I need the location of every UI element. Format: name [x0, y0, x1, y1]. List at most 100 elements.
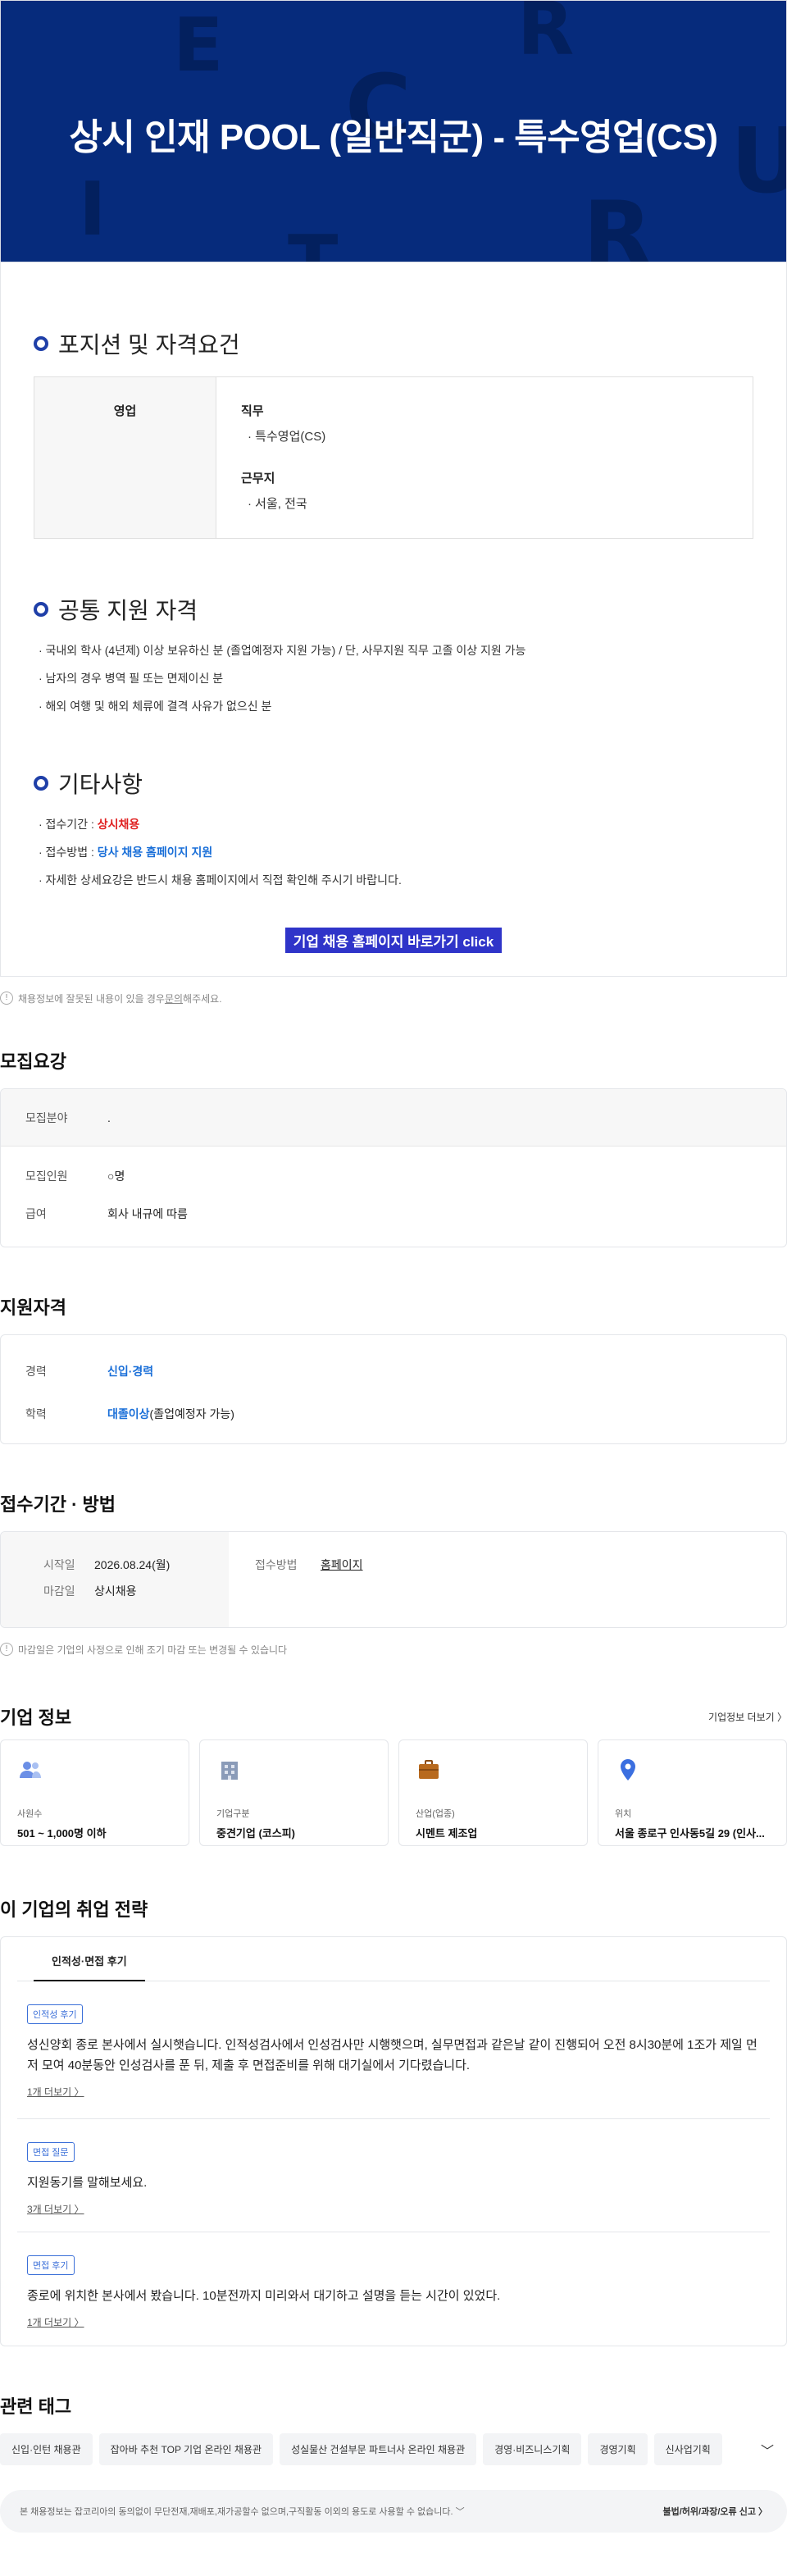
period-box: 시작일 2026.08.24(월) 마감일 상시채용 접수방법 홈페이지 [0, 1531, 787, 1628]
etc-period-line: · 접수기간 : 상시채용 [39, 816, 753, 832]
tag-chip[interactable]: 경영·비즈니스기획 [483, 2433, 582, 2465]
inquiry-link[interactable]: 문의 [165, 992, 183, 1005]
info-icon: ! [0, 1643, 13, 1656]
recruit-box: 모집분야 . 모집인원 ○명 급여 회사 내규에 따름 [0, 1088, 787, 1247]
row-key: 모집인원 [25, 1169, 68, 1183]
row-key: 모집분야 [25, 1110, 68, 1124]
start-date-value: 2026.08.24(월) [94, 1558, 171, 1571]
company-cards: 사원수 501 ~ 1,000명 이하 기업구분 중견기업 (코스피) 산업(업… [0, 1739, 787, 1846]
etc-period-value: 상시채용 [97, 818, 140, 831]
start-date-label: 시작일 [43, 1558, 75, 1571]
homepage-link[interactable]: 홈페이지 [321, 1557, 363, 1627]
hero-banner: E R C U I R T 상시 인재 POOL (일반직군) - 특수영업(C… [0, 0, 787, 262]
card-value: 501 ~ 1,000명 이하 [17, 1827, 107, 1840]
review-more-link[interactable]: 1개 더보기 〉 [27, 2315, 84, 2329]
section-title-common: 공통 지원 자격 [34, 593, 753, 626]
section-title-position: 포지션 및 자격요건 [34, 327, 753, 360]
company-card-employees: 사원수 501 ~ 1,000명 이하 [0, 1739, 189, 1846]
section-heading: 모집요강 [0, 1051, 66, 1072]
card-value: 시멘트 제조업 [416, 1827, 478, 1840]
tag-chip[interactable]: 신입·인턴 채용관 [0, 2433, 93, 2465]
education-note: (졸업예정자 가능) [149, 1407, 234, 1420]
etc-period-label: · 접수기간 : [39, 818, 98, 831]
etc-method-line: · 접수방법 : 당사 채용 홈페이지 지원 [39, 844, 753, 860]
recruit-row: 급여 회사 내규에 따름 [1, 1197, 786, 1230]
review-item: 면접 후기 종로에 위치한 본사에서 봤습니다. 10분전까지 미리와서 대기하… [17, 2232, 770, 2346]
company-homepage-button[interactable]: 기업 채용 홈페이지 바로가기 click [284, 928, 503, 953]
decorative-letter: I [79, 166, 107, 253]
company-card-type: 기업구분 중견기업 (코스피) [199, 1739, 389, 1846]
group-title-location: 근무지 [241, 472, 275, 486]
end-date-label: 마감일 [43, 1584, 75, 1598]
requirement-line: · 국내외 학사 (4년제) 이상 보유하신 분 (졸업예정자 지원 가능) /… [39, 644, 526, 657]
position-table: 영업 직무 · 특수영업(CS) 근무지 · 서울, 전국 [34, 376, 753, 539]
review-item: 인적성 후기 성신양회 종로 본사에서 실시햇습니다. 인적성검사에서 인성검사… [17, 1981, 770, 2119]
copyright-notice: 본 채용정보는 잡코리아의 동의없이 무단전재,재배포,재가공할수 없으며,구직… [20, 2507, 465, 2517]
company-more-link[interactable]: 기업정보 더보기 〉 [708, 1710, 787, 1724]
circle-bullet-icon [34, 776, 48, 791]
people-icon [20, 1762, 41, 1778]
notice-text: 해주세요. [183, 992, 222, 1005]
review-badge: 면접 질문 [27, 2142, 75, 2162]
etc-lines: · 접수기간 : 상시채용 · 접수방법 : 당사 채용 홈페이지 지원 · 자… [34, 816, 753, 888]
strategy-tabs: 인적성·면접 후기 [17, 1937, 770, 1981]
circle-bullet-icon [34, 602, 48, 617]
section-heading: 이 기업의 취업 전략 [0, 1899, 148, 1920]
notice-text: 마감일은 기업의 사정으로 인해 조기 마감 또는 변경될 수 있습니다 [18, 1644, 288, 1656]
section-heading: 접수기간 · 방법 [0, 1494, 116, 1515]
recruit-row: 모집인원 ○명 [1, 1155, 786, 1197]
briefcase-icon [419, 1760, 439, 1779]
section-heading: 기업 정보 [0, 1707, 72, 1728]
card-label: 기업구분 [216, 1809, 250, 1819]
tab-interview-reviews[interactable]: 인적성·면접 후기 [34, 1953, 145, 1981]
decorative-letter: R [583, 182, 653, 262]
position-category: 영업 [34, 377, 216, 538]
strategy-box: 인적성·면접 후기 인적성 후기 성신양회 종로 본사에서 실시햇습니다. 인적… [0, 1936, 787, 2346]
tag-chip[interactable]: 신사업기획 [653, 2433, 722, 2465]
qualification-box: 경력 신입·경력 학력 대졸이상 (졸업예정자 가능) [0, 1334, 787, 1444]
decorative-letter: E [173, 2, 224, 89]
section-heading: 관련 태그 [0, 2396, 72, 2417]
section-title-text: 기타사항 [58, 772, 143, 797]
end-date-value: 상시채용 [94, 1584, 137, 1598]
company-card-location: 위치 서울 종로구 인사동5길 29 (인사... [598, 1739, 787, 1846]
group-item-location: · 서울, 전국 [248, 497, 307, 511]
qualification-section: 지원자격 경력 신입·경력 학력 대졸이상 (졸업예정자 가능) [0, 1293, 787, 1444]
review-more-link[interactable]: 3개 더보기 〉 [27, 2202, 84, 2216]
chevron-down-icon[interactable]: ﹀ [757, 2440, 777, 2460]
company-card-industry: 산업(업종) 시멘트 제조업 [398, 1739, 588, 1846]
review-item: 면접 질문 지원동기를 말해보세요. 3개 더보기 〉 [17, 2119, 770, 2232]
report-notice: ! 채용정보에 잘못된 내용이 있을 경우 문의 해주세요. [0, 990, 787, 1006]
footer-bar: 본 채용정보는 잡코리아의 동의없이 무단전재,재배포,재가공할수 없으며,구직… [0, 2490, 787, 2533]
tag-chip[interactable]: 경영기획 [588, 2433, 648, 2465]
row-key: 경력 [25, 1365, 47, 1378]
page-title: 상시 인재 POOL (일반직군) - 특수영업(CS) [69, 117, 718, 157]
job-detail-body: 포지션 및 자격요건 영업 직무 · 특수영업(CS) 근무지 · 서울, 전국… [0, 262, 787, 977]
tag-chip[interactable]: 성실물산 건설부문 파트너사 온라인 채용관 [280, 2433, 477, 2465]
card-value: 중견기업 (코스피) [216, 1827, 295, 1840]
method-label: 접수방법 [255, 1558, 298, 1571]
circle-bullet-icon [34, 336, 48, 351]
info-icon: ! [0, 992, 13, 1005]
review-text: 종로에 위치한 본사에서 봤습니다. 10분전까지 미리와서 대기하고 설명을 … [27, 2289, 501, 2303]
tag-chip[interactable]: 잡아바 추천 TOP 기업 온라인 채용관 [98, 2433, 274, 2465]
card-value: 서울 종로구 인사동5길 29 (인사... [615, 1827, 765, 1840]
card-label: 위치 [615, 1809, 632, 1819]
requirement-line: · 남자의 경우 병역 필 또는 면제이신 분 [39, 672, 224, 685]
education-value: 대졸이상 [107, 1407, 150, 1420]
career-value: 신입·경력 [107, 1365, 154, 1378]
company-section: 기업 정보 기업정보 더보기 〉 사원수 501 ~ 1,000명 이하 기업구… [0, 1703, 787, 1846]
position-details: 직무 · 특수영업(CS) 근무지 · 서울, 전국 [216, 377, 350, 538]
etc-note-line: · 자세한 상세요강은 반드시 채용 홈페이지에서 직접 확인해 주시기 바랍니… [39, 873, 402, 887]
report-link[interactable]: 불법/허위/과장/오류 신고 〉 [663, 2505, 767, 2518]
requirement-line: · 해외 여행 및 해외 체류에 결격 사유가 없으신 분 [39, 700, 272, 713]
deadline-notice: ! 마감일은 기업의 사정으로 인해 조기 마감 또는 변경될 수 있습니다 [0, 1641, 787, 1657]
etc-method-label: · 접수방법 : [39, 846, 98, 859]
review-more-link[interactable]: 1개 더보기 〉 [27, 2085, 84, 2099]
row-value: 회사 내규에 따름 [107, 1207, 188, 1220]
section-title-etc: 기타사항 [34, 767, 753, 800]
row-value: . [107, 1110, 111, 1124]
tags-section: 관련 태그 신입·인턴 채용관 잡아바 추천 TOP 기업 온라인 채용관 성실… [0, 2392, 787, 2465]
period-section: 접수기간 · 방법 시작일 2026.08.24(월) 마감일 상시채용 접수방… [0, 1490, 787, 1657]
section-title-text: 포지션 및 자격요건 [58, 332, 240, 358]
